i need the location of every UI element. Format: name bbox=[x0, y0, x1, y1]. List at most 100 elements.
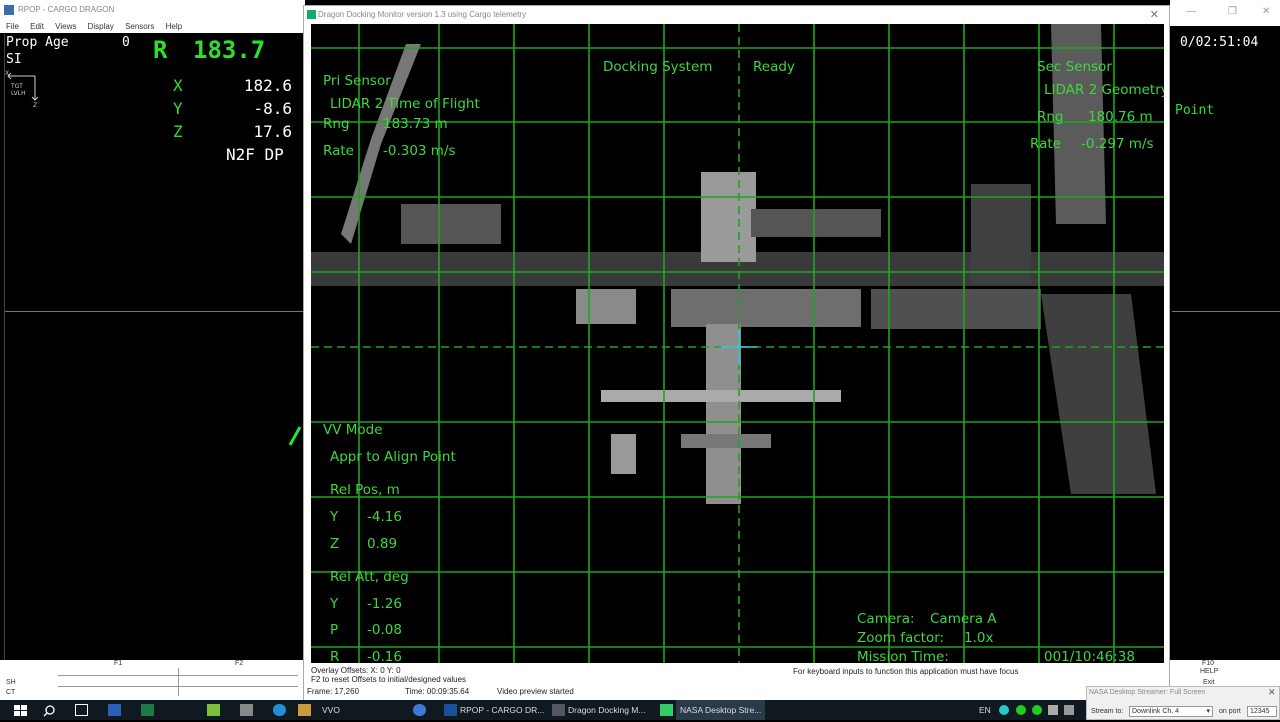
vv-mode-label: VV Mode bbox=[323, 422, 383, 438]
dragon-close-icon[interactable]: ✕ bbox=[1150, 8, 1159, 21]
stream-to-value: Downlink Ch. 4 bbox=[1132, 708, 1180, 715]
rel-pos-y-value: -4.16 bbox=[367, 509, 402, 525]
dragon-title-bar[interactable]: Dragon Docking Monitor version 1.3 using… bbox=[304, 6, 1169, 24]
horizon-line-left bbox=[4, 311, 303, 312]
tray-icon-5[interactable] bbox=[1064, 705, 1074, 715]
sec-rng-label: Rng bbox=[1037, 109, 1064, 125]
rel-pos-y-axis: Y bbox=[330, 509, 339, 525]
windows-start-icon[interactable] bbox=[14, 704, 27, 716]
rpop-title-bar[interactable]: RPOP - CARGO DRAGON bbox=[0, 0, 305, 20]
stream-to-label: Stream to: bbox=[1091, 708, 1124, 715]
guidance-mode: N2F DP bbox=[226, 145, 284, 164]
globe-icon[interactable] bbox=[413, 704, 426, 716]
sec-rng-value: 180.76 m bbox=[1088, 109, 1153, 125]
frame-lvlh-label: LVLH bbox=[11, 90, 26, 97]
taskbar-item-vvo[interactable]: VVO bbox=[322, 700, 340, 720]
maximize-icon[interactable]: ❐ bbox=[1228, 6, 1237, 17]
sec-rate-label: Rate bbox=[1030, 136, 1061, 152]
stream-to-select[interactable]: Downlink Ch. 4 ▾ bbox=[1129, 706, 1213, 717]
taskbar-item-rpop[interactable]: RPOP - CARGO DR... bbox=[460, 700, 544, 720]
rel-pos-z-value: 0.89 bbox=[367, 536, 398, 552]
taskbar-item-streamer[interactable]: NASA Desktop Stre... bbox=[676, 700, 766, 720]
f2-key[interactable]: F2 bbox=[235, 660, 243, 667]
x-label: X bbox=[173, 76, 183, 95]
si-label: SI bbox=[6, 52, 22, 67]
align-point-label: Point bbox=[1175, 103, 1215, 118]
desktop-streamer-panel: NASA Desktop Streamer: Full Screen ✕ Str… bbox=[1086, 686, 1280, 720]
mission-clock: 0/02:51:04 bbox=[1180, 35, 1259, 50]
elapsed-time: Time: 00:09:35.64 bbox=[405, 687, 470, 696]
video-status: Video preview started bbox=[497, 687, 574, 696]
rel-att-roll-axis: R bbox=[330, 649, 340, 663]
taskbar-item-dragon[interactable]: Dragon Docking M... bbox=[568, 700, 645, 720]
tray-icon-3[interactable] bbox=[1032, 705, 1042, 715]
camera-viewport[interactable]: Pri Sensor LIDAR 2 Time of Flight Rng 18… bbox=[311, 24, 1164, 663]
rpop-task-icon[interactable] bbox=[444, 704, 457, 716]
vv-mode-value: Appr to Align Point bbox=[330, 449, 456, 465]
search-icon[interactable] bbox=[43, 704, 56, 717]
folder-icon[interactable] bbox=[298, 704, 311, 716]
app-icon-grey[interactable] bbox=[240, 704, 253, 716]
menu-views[interactable]: Views bbox=[55, 22, 76, 31]
minimize-icon[interactable]: — bbox=[1186, 6, 1196, 17]
close-icon[interactable]: ✕ bbox=[1262, 6, 1270, 17]
rel-att-yaw-axis: Y bbox=[330, 596, 339, 612]
mission-time-value: 001/10:46:38 bbox=[1044, 649, 1135, 663]
dragon-docking-monitor-window: Dragon Docking Monitor version 1.3 using… bbox=[303, 5, 1170, 701]
tray-icon-4[interactable] bbox=[1048, 705, 1058, 715]
app-icon bbox=[4, 5, 14, 15]
zoom-label: Zoom factor: bbox=[857, 630, 945, 646]
excel-icon[interactable] bbox=[141, 704, 154, 716]
dragon-title: Dragon Docking Monitor version 1.3 using… bbox=[318, 10, 527, 19]
port-input[interactable]: 12345 bbox=[1247, 706, 1277, 717]
prop-age-value: 0 bbox=[122, 35, 130, 50]
camera-value: Camera A bbox=[930, 611, 997, 627]
prop-age-label: Prop Age bbox=[6, 35, 69, 50]
sec-rate-value: -0.297 m/s bbox=[1081, 136, 1154, 152]
dragon-status-bar: Overlay Offsets: X: 0 Y: 0 F2 to reset O… bbox=[304, 663, 1169, 701]
strip-vdivider bbox=[178, 668, 179, 696]
rel-pos-label: Rel Pos, m bbox=[330, 482, 400, 498]
menu-edit[interactable]: Edit bbox=[30, 22, 44, 31]
y-label: Y bbox=[173, 99, 183, 118]
rpop-menu-bar: File Edit Views Display Sensors Help bbox=[0, 20, 305, 33]
port-label: on port bbox=[1219, 708, 1241, 715]
streamer-close-icon[interactable]: ✕ bbox=[1268, 687, 1276, 698]
streamer-title: NASA Desktop Streamer: Full Screen bbox=[1089, 689, 1206, 696]
f10-key[interactable]: F10 bbox=[1202, 660, 1214, 667]
rel-att-pitch-axis: P bbox=[330, 622, 339, 638]
task-view-icon[interactable] bbox=[75, 704, 88, 716]
zoom-value: 1.0x bbox=[964, 630, 994, 646]
menu-display[interactable]: Display bbox=[88, 22, 114, 31]
pri-rng-value: 183.73 m bbox=[383, 116, 448, 132]
f1-key[interactable]: F1 bbox=[114, 660, 122, 667]
rel-pos-z-axis: Z bbox=[330, 536, 340, 552]
menu-file[interactable]: File bbox=[6, 22, 19, 31]
z-value: 17.6 bbox=[253, 122, 292, 141]
dragon-task-icon[interactable] bbox=[552, 704, 565, 716]
word-icon[interactable] bbox=[108, 704, 121, 716]
edge-icon[interactable] bbox=[273, 704, 286, 716]
range-value: 183.7 bbox=[193, 36, 266, 64]
language-indicator[interactable]: EN bbox=[979, 700, 991, 720]
frame-x-label: X bbox=[5, 70, 9, 77]
frame-tgt-label: TGT bbox=[10, 83, 23, 90]
vim-icon[interactable] bbox=[207, 704, 220, 716]
streamer-task-icon[interactable] bbox=[660, 704, 673, 716]
pri-rate-label: Rate bbox=[323, 143, 354, 159]
menu-help[interactable]: Help bbox=[166, 22, 182, 31]
chevron-down-icon: ▾ bbox=[1206, 708, 1210, 715]
rpop-title: RPOP - CARGO DRAGON bbox=[18, 5, 115, 14]
tray-icon-2[interactable] bbox=[1016, 705, 1026, 715]
rel-att-roll-value: -0.16 bbox=[367, 649, 402, 663]
left-divider bbox=[4, 34, 5, 660]
rpop-window-controls: — ❐ ✕ bbox=[1170, 0, 1280, 26]
sh-key[interactable]: SH bbox=[6, 679, 16, 686]
ct-key[interactable]: CT bbox=[6, 689, 15, 696]
reset-offsets-hint: F2 to reset Offsets to initial/designed … bbox=[311, 675, 467, 684]
help-button[interactable]: HELP bbox=[1200, 668, 1218, 675]
exit-button[interactable]: Exit bbox=[1203, 679, 1215, 686]
lvlh-frame-icon: X TGT LVLH Z bbox=[5, 70, 45, 109]
menu-sensors[interactable]: Sensors bbox=[125, 22, 154, 31]
tray-icon-1[interactable] bbox=[999, 705, 1009, 715]
